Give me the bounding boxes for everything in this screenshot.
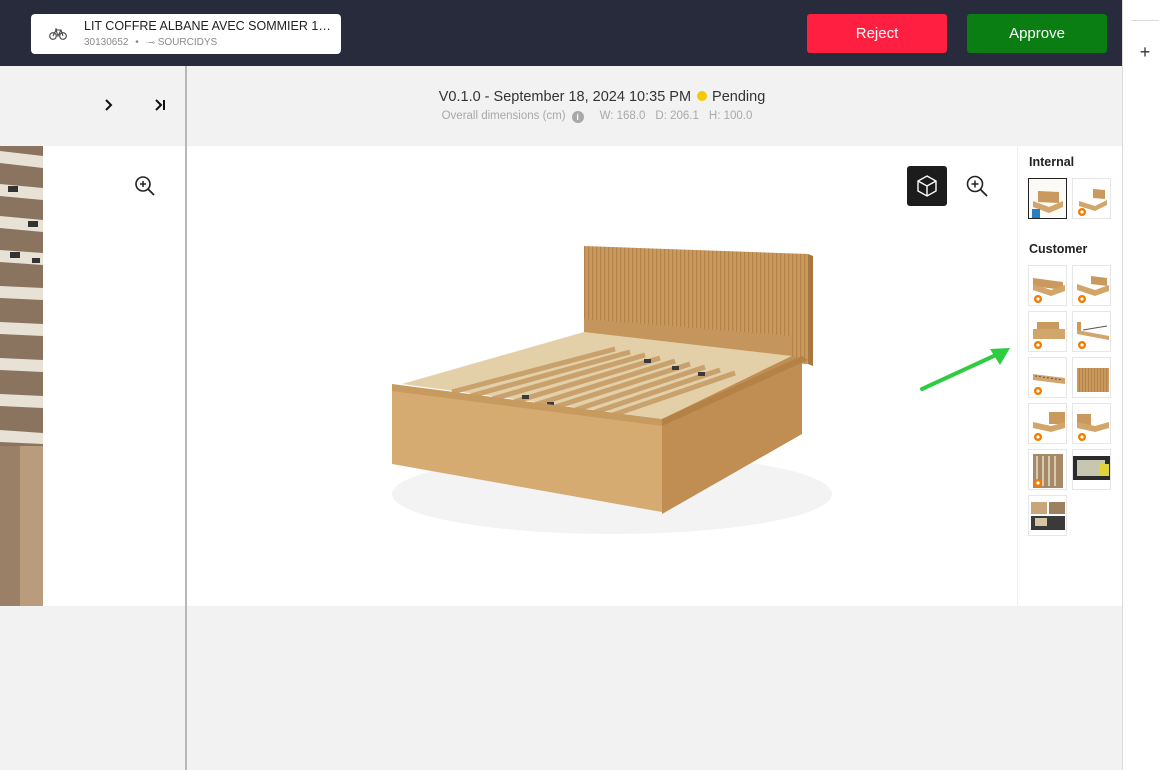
thumbnail-panel: Internal Customer [1017, 146, 1122, 606]
internal-thumb-2[interactable] [1072, 178, 1111, 219]
supplier-icon: ·⊸ [145, 38, 155, 47]
left-image-viewer [0, 146, 185, 606]
add-icon[interactable]: + [1137, 43, 1153, 61]
customer-thumb-4[interactable] [1072, 311, 1111, 352]
customer-thumb-1[interactable] [1028, 265, 1067, 306]
right-side-strip: + [1122, 0, 1166, 770]
approve-button[interactable]: Approve [967, 14, 1107, 53]
dimension-height: H: 100.0 [708, 110, 753, 122]
reject-button[interactable]: Reject [807, 14, 947, 53]
customer-thumb-5[interactable] [1028, 357, 1067, 398]
zoom-in-icon[interactable] [133, 174, 157, 198]
product-title: LIT COFFRE ALBANE AVEC SOMMIER 140X190..… [84, 19, 334, 33]
internal-thumb-1[interactable] [1028, 178, 1067, 219]
product-sku: 30130652 [84, 37, 129, 48]
product-supplier: SOURCIDYS [157, 37, 218, 48]
dimension-depth: D: 206.1 [655, 110, 699, 122]
customer-thumb-7[interactable] [1028, 403, 1067, 444]
model-header: V0.1.0 - September 18, 2024 10:35 PM Pend… [187, 66, 1017, 146]
last-image-button[interactable] [151, 97, 171, 113]
dimensions-label: Overall dimensions (cm) [441, 110, 566, 122]
top-bar: LIT COFFRE ALBANE AVEC SOMMIER 140X190..… [0, 0, 1122, 66]
product-card[interactable]: LIT COFFRE ALBANE AVEC SOMMIER 140X190..… [31, 14, 341, 54]
cube-icon [917, 175, 937, 197]
annotation-arrow-icon [920, 348, 1010, 391]
customer-heading: Customer [1029, 242, 1088, 256]
customer-thumb-10[interactable] [1072, 449, 1111, 490]
empty-bottom-area [187, 606, 1122, 770]
dimension-width: W: 168.0 [599, 110, 646, 122]
version-line: V0.1.0 - September 18, 2024 10:35 PM Pend… [187, 89, 1017, 105]
bicycle-icon [49, 27, 67, 41]
version-label: V0.1.0 - September 18, 2024 10:35 PM [438, 89, 692, 105]
chevron-right-icon [105, 99, 113, 111]
left-compare-panel [0, 66, 185, 770]
customer-thumb-3[interactable] [1028, 311, 1067, 352]
customer-thumb-9[interactable] [1028, 449, 1067, 490]
status-dot [697, 91, 708, 101]
info-icon[interactable]: i [571, 111, 584, 123]
product-meta: 30130652 • ·⊸ SOURCIDYS [84, 37, 217, 48]
zoom-in-icon[interactable] [964, 173, 990, 199]
meta-separator: • [135, 37, 139, 48]
model-viewer[interactable] [187, 146, 1017, 606]
next-image-button[interactable] [101, 97, 117, 113]
dimensions-line: Overall dimensions (cm) i W: 168.0 D: 206.1… [187, 110, 1017, 123]
customer-thumb-2[interactable] [1072, 265, 1111, 306]
skip-end-icon [155, 99, 165, 111]
bed-slats-photo [0, 146, 43, 606]
customer-thumb-6[interactable] [1072, 357, 1111, 398]
internal-heading: Internal [1029, 155, 1075, 169]
3d-view-button[interactable] [907, 166, 947, 206]
bed-3d-render [372, 244, 832, 544]
customer-thumb-8[interactable] [1072, 403, 1111, 444]
strip-divider [1131, 20, 1159, 21]
customer-thumb-11[interactable] [1028, 495, 1067, 536]
status-badge: Pending [712, 89, 766, 105]
